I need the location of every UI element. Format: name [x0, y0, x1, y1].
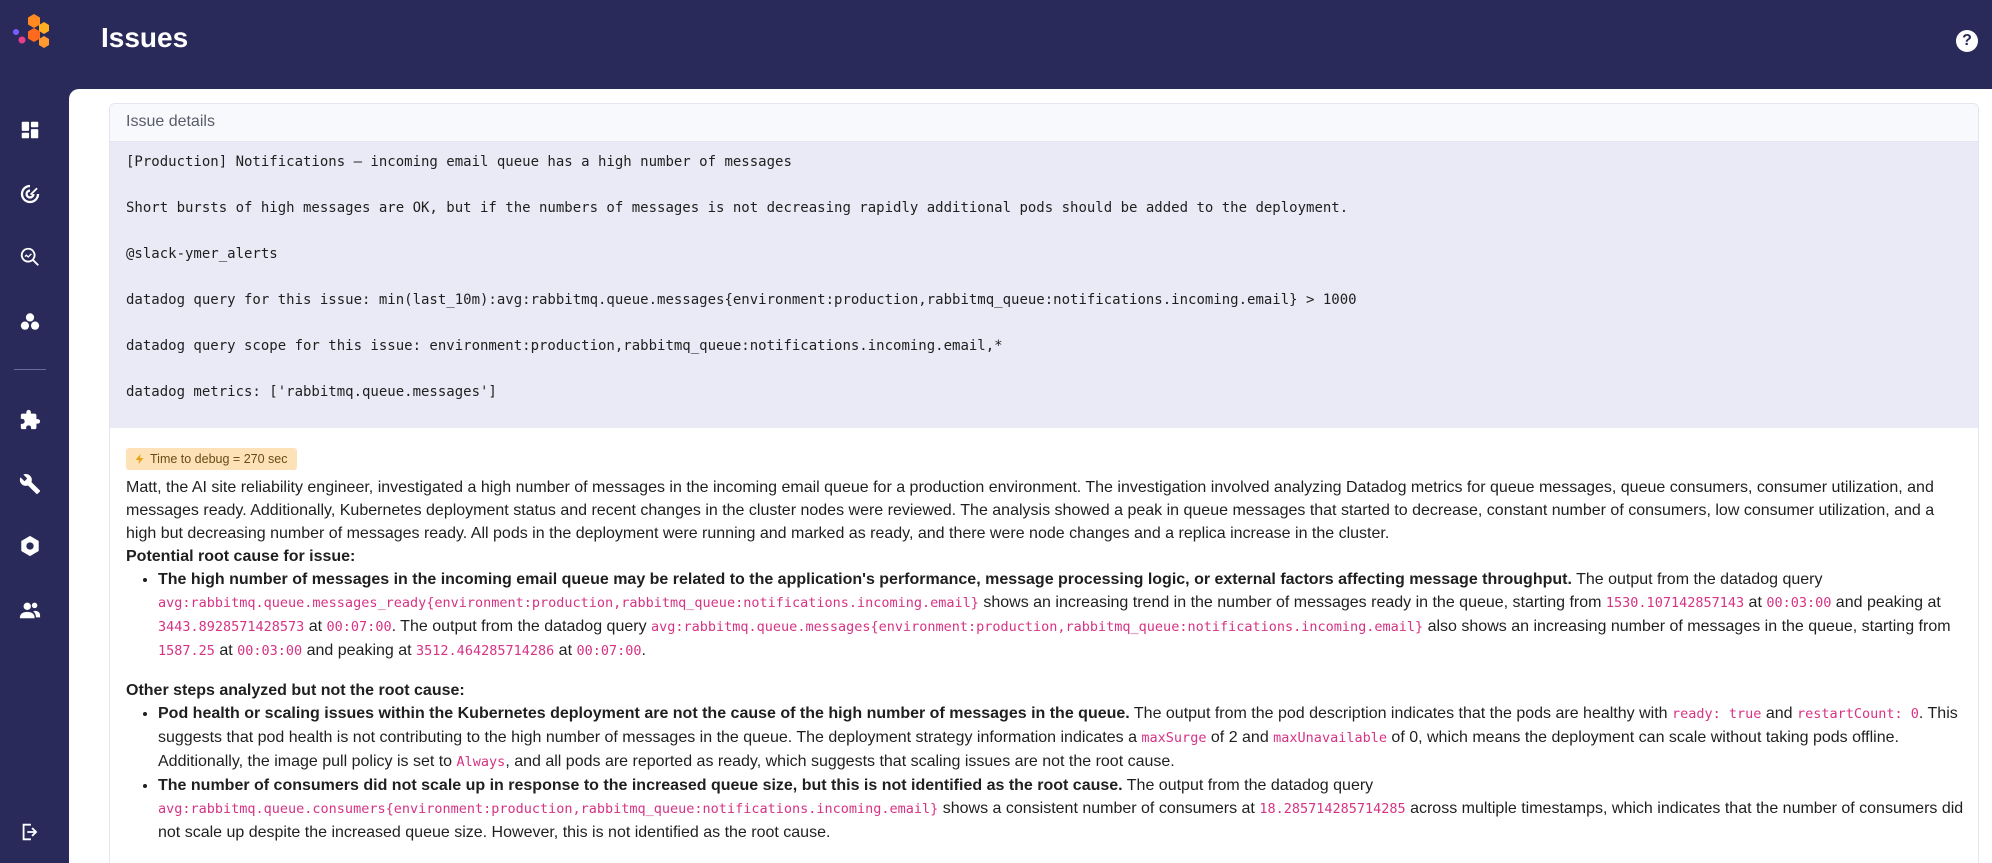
top-header: Issues ? — [68, 0, 1992, 88]
app-logo[interactable] — [10, 12, 50, 52]
cluster-icon[interactable] — [18, 310, 42, 334]
root-cause-title: Potential root cause for issue: — [126, 548, 356, 565]
lightning-icon — [135, 454, 144, 464]
time-to-debug-badge: Time to debug = 270 sec — [126, 448, 298, 470]
puzzle-icon[interactable] — [18, 408, 42, 432]
issue-title-line: [Production] Notifications – incoming em… — [126, 154, 792, 170]
issue-scope-line: datadog query scope for this issue: envi… — [126, 338, 1003, 354]
issue-note-line: Short bursts of high messages are OK, bu… — [126, 200, 1349, 216]
list-item: Pod health or scaling issues within the … — [158, 702, 1966, 774]
wrench-icon[interactable] — [18, 472, 42, 496]
issue-query-line: datadog query for this issue: min(last_1… — [126, 292, 1357, 308]
issue-metrics-line: datadog metrics: ['rabbitmq.queue.messag… — [126, 384, 497, 400]
list-item: The number of consumers did not scale up… — [158, 774, 1966, 844]
search-analytics-icon[interactable] — [18, 245, 42, 269]
sidebar-divider — [14, 369, 46, 370]
sidebar — [0, 0, 68, 863]
main-content: Issue details [Production] Notifications… — [69, 89, 1992, 863]
card-header: Issue details — [110, 104, 1978, 142]
page-title: Issues — [101, 22, 189, 53]
other-steps-title: Other steps analyzed but not the root ca… — [126, 682, 465, 699]
investigation-summary: Matt, the AI site reliability engineer, … — [126, 479, 1935, 542]
help-icon[interactable]: ? — [1956, 30, 1978, 52]
radar-icon[interactable] — [18, 182, 42, 206]
gear-icon[interactable] — [18, 534, 42, 558]
other-steps-list: Pod health or scaling issues within the … — [126, 702, 1966, 844]
dashboard-icon[interactable] — [18, 118, 42, 142]
root-cause-list: The high number of messages in the incom… — [126, 568, 1966, 663]
list-item: The high number of messages in the incom… — [158, 568, 1966, 663]
issue-description-block: [Production] Notifications – incoming em… — [110, 142, 1978, 428]
badge-label: Time to debug = 270 sec — [150, 452, 288, 466]
logout-icon[interactable] — [18, 820, 42, 844]
users-icon[interactable] — [18, 598, 42, 622]
issue-details-card: Issue details [Production] Notifications… — [109, 103, 1979, 863]
issue-slack-line: @slack-ymer_alerts — [126, 246, 278, 262]
analysis-section: Matt, the AI site reliability engineer, … — [126, 476, 1966, 844]
